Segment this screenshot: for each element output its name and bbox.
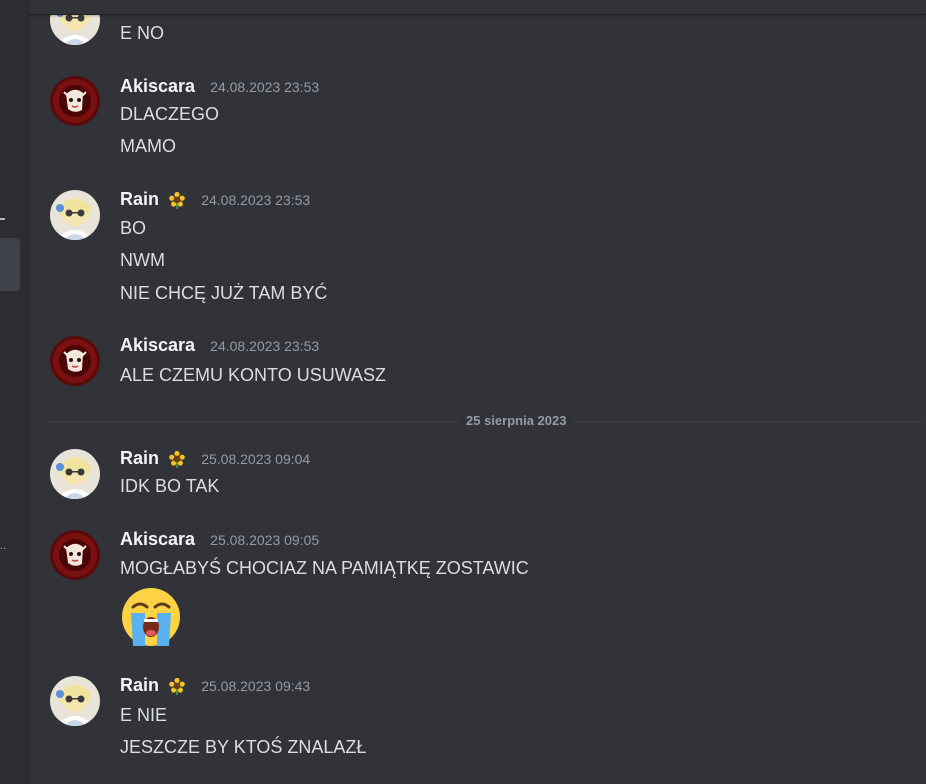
date-divider-label: 25 sierpnia 2023	[460, 413, 573, 429]
author-name[interactable]: Akiscara	[120, 529, 195, 549]
message-timestamp: 24.08.2023 23:53	[210, 337, 320, 354]
message-timestamp: 25.08.2023 09:04	[201, 450, 311, 467]
akiscara-avatar[interactable]	[50, 76, 100, 126]
message-header: Rain 24.08.2023 23:53	[120, 189, 310, 213]
message-text: MOGŁABYŚ CHOCIAZ NA PAMIĄTKĘ ZOSTAWIC	[120, 558, 529, 578]
author-name[interactable]: Akiscara	[120, 335, 195, 355]
message-text: NIE CHCĘ JUŻ TAM BYĆ	[120, 283, 328, 303]
author-name[interactable]: Rain	[120, 675, 159, 695]
message-header: Akiscara 24.08.2023 23:53	[120, 335, 319, 359]
rain-avatar[interactable]	[50, 190, 100, 240]
message-list: E NO Akiscara 24.08.2023 23:53 DLACZEGO …	[30, 0, 926, 784]
author-name[interactable]: Rain	[120, 189, 159, 209]
app-window: .. E NO Akiscara 24.08.2023 23:53 DLACZE…	[0, 0, 926, 784]
sidebar-selected-item[interactable]	[0, 238, 20, 291]
sunflower-icon	[169, 450, 185, 468]
top-bar-edge	[30, 0, 926, 14]
channel-sidebar: ..	[0, 0, 30, 784]
message-timestamp: 24.08.2023 23:53	[210, 78, 320, 95]
message-header: Rain 25.08.2023 09:43	[120, 675, 310, 699]
sidebar-dash	[0, 218, 5, 220]
message-timestamp: 24.08.2023 23:53	[201, 191, 311, 208]
message-text: IDK BO TAK	[120, 476, 220, 496]
message-header: Akiscara 24.08.2023 23:53	[120, 76, 319, 100]
message-text: DLACZEGO	[120, 104, 220, 124]
message-timestamp: 25.08.2023 09:43	[201, 677, 311, 694]
message-header: Rain 25.08.2023 09:04	[120, 448, 310, 472]
rain-avatar[interactable]	[50, 449, 100, 499]
loudly-crying-face-emoji[interactable]	[120, 586, 182, 648]
rain-avatar[interactable]	[50, 676, 100, 726]
author-name[interactable]: Akiscara	[120, 76, 195, 96]
message-text: E NIE	[120, 705, 168, 725]
message-timestamp: 25.08.2023 09:05	[210, 531, 320, 548]
message-header: Akiscara 25.08.2023 09:05	[120, 529, 319, 553]
message-text: E NO	[120, 23, 165, 43]
akiscara-avatar[interactable]	[50, 336, 100, 386]
sunflower-icon	[169, 677, 185, 695]
sidebar-ellipsis: ..	[0, 541, 7, 552]
author-name[interactable]: Rain	[120, 448, 159, 468]
message-text: JESZCZE BY KTOŚ ZNALAZŁ	[120, 737, 367, 757]
sunflower-icon	[169, 191, 185, 209]
akiscara-avatar[interactable]	[50, 530, 100, 580]
message-text: NWM	[120, 250, 165, 270]
message-text: BO	[120, 218, 147, 238]
message-text: ALE CZEMU KONTO USUWASZ	[120, 365, 387, 385]
message-text: MAMO	[120, 136, 176, 156]
